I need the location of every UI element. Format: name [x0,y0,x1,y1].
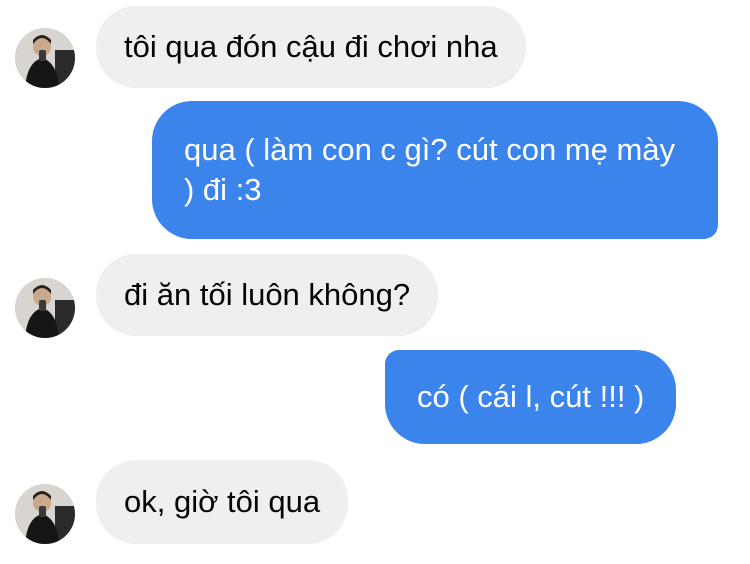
contact-avatar[interactable] [15,28,75,88]
message-text: đi ăn tối luôn không? [124,277,411,312]
incoming-message-bubble[interactable]: ok, giờ tôi qua [96,460,349,544]
avatar-photo-icon [15,278,75,338]
contact-avatar[interactable] [15,484,75,544]
message-text: ok, giờ tôi qua [124,484,321,519]
avatar-photo-icon [15,28,75,88]
incoming-message-bubble[interactable]: đi ăn tối luôn không? [96,254,439,336]
incoming-message-bubble[interactable]: tôi qua đón cậu đi chơi nha [96,6,526,88]
message-text: có ( cái l, cút !!! ) [417,379,645,414]
outgoing-message-bubble[interactable]: qua ( làm con c gì? cút con mẹ mày ) đi … [152,101,718,239]
outgoing-message-bubble[interactable]: có ( cái l, cút !!! ) [385,350,677,444]
contact-avatar[interactable] [15,278,75,338]
message-text: qua ( làm con c gì? cút con mẹ mày ) đi … [184,132,676,207]
avatar-photo-icon [15,484,75,544]
message-text: tôi qua đón cậu đi chơi nha [124,29,498,64]
